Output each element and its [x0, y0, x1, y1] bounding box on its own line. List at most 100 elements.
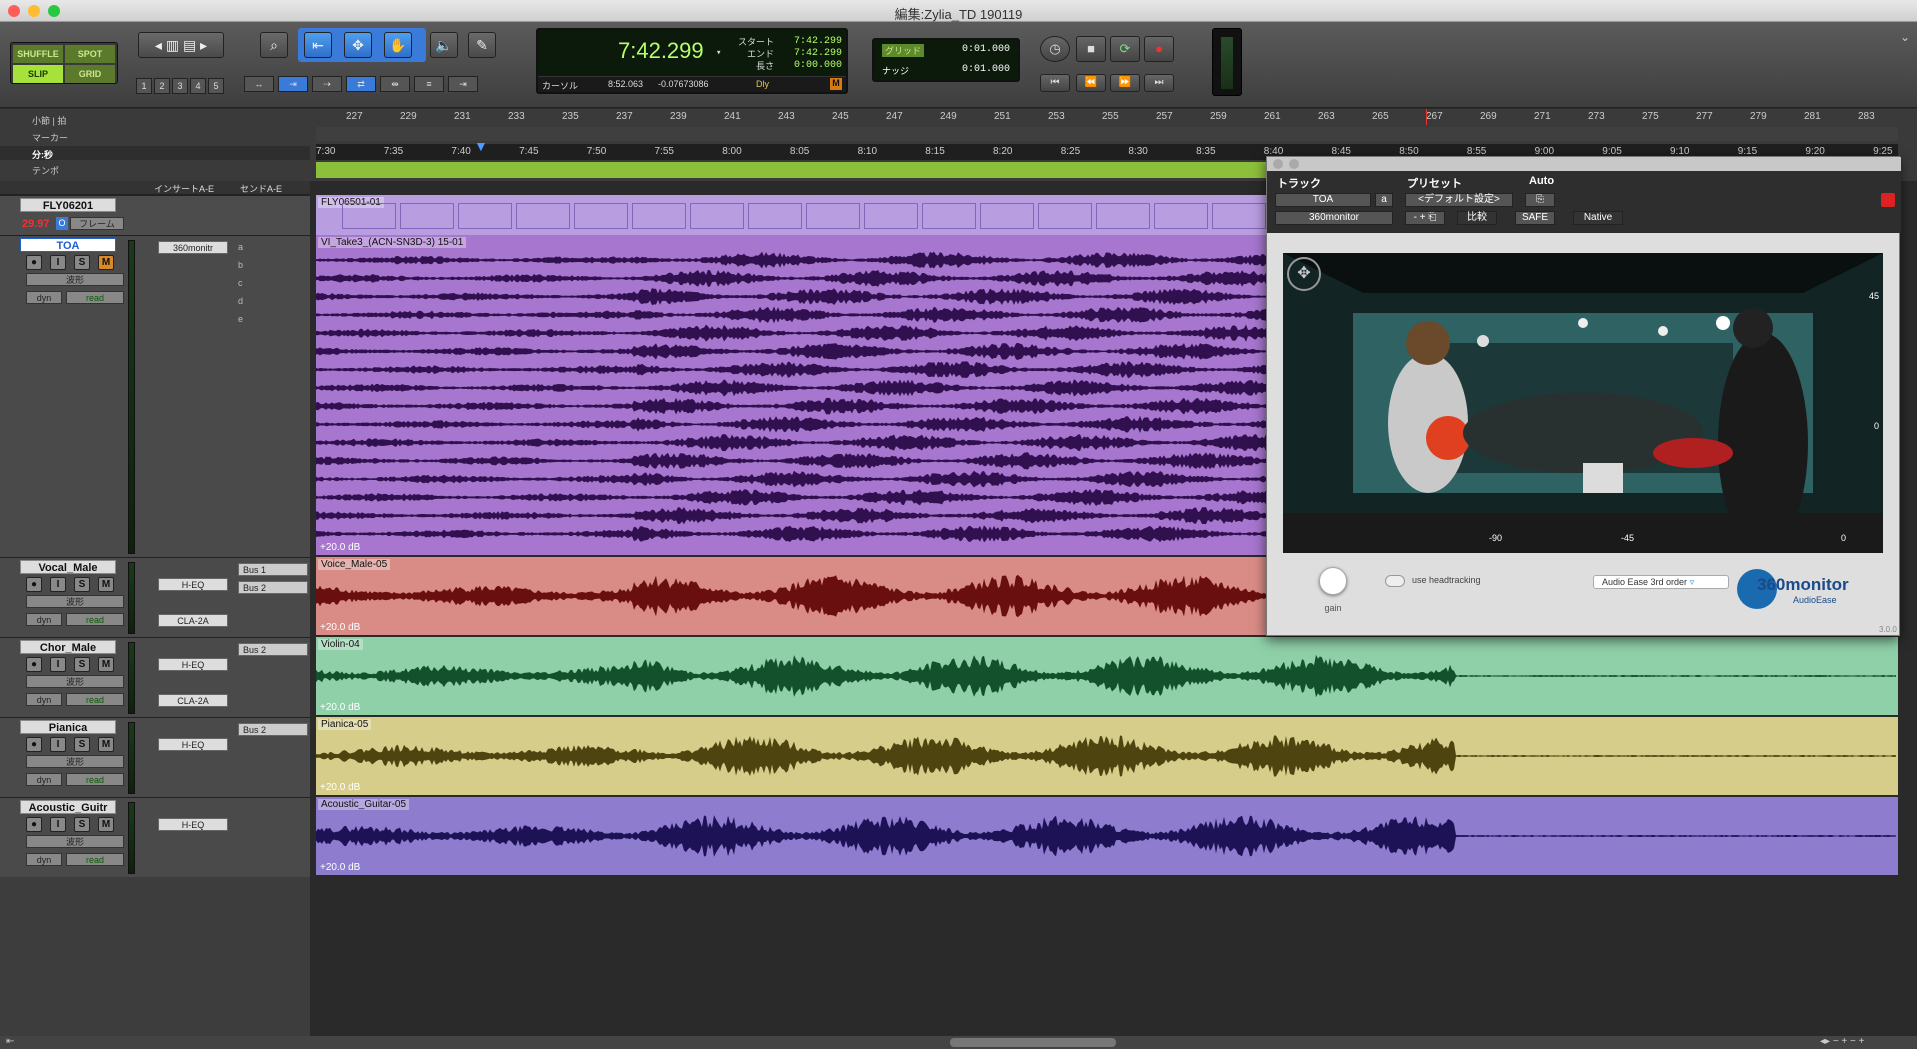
return-to-zero-icon[interactable]: ⏮ [1040, 74, 1070, 92]
input-monitor-button[interactable]: I [50, 577, 66, 592]
input-monitor-button[interactable]: I [50, 255, 66, 270]
insertion-follows-icon[interactable]: ⇄ [346, 76, 376, 92]
send-slot[interactable]: c [238, 277, 308, 290]
grabber-hand-icon[interactable]: ✋ [384, 32, 412, 58]
slip-mode-button[interactable]: SLIP [13, 65, 63, 83]
pencil-tool-icon[interactable]: ✎ [468, 32, 496, 58]
send-slot[interactable]: Bus 2 [238, 723, 308, 736]
record-enable-icon[interactable]: ● [26, 657, 42, 672]
input-monitor-button[interactable]: I [50, 737, 66, 752]
shuffle-mode-button[interactable]: SHUFFLE [13, 45, 63, 63]
clip-lane-acoustic_guitr[interactable]: Acoustic_Guitar-05 +20.0 dB [316, 797, 1898, 875]
dyn-dropdown[interactable]: dyn [26, 773, 62, 786]
gain-knob[interactable] [1319, 567, 1347, 595]
bars-ruler[interactable]: 227 229 231 233 235 237 239 241 243 245 247 249 251 2… [316, 109, 1898, 125]
online-toggle-icon[interactable]: O [56, 217, 68, 230]
automation-mode-dropdown[interactable]: read [66, 773, 124, 786]
grid-mode-button[interactable]: GRID [65, 65, 115, 83]
solo-button[interactable]: S [74, 577, 90, 592]
link-track-icon[interactable]: ⇢ [312, 76, 342, 92]
track-view-dropdown[interactable]: 波形 [26, 675, 124, 688]
start-value[interactable]: 7:42.299 [782, 36, 842, 48]
zoom-preset-5[interactable]: 5 [208, 78, 224, 94]
horizontal-scrollbar[interactable]: ⇤ ◂▸ − + − + [0, 1036, 1917, 1049]
zoom-controls[interactable]: ◂ ▥ ▤ ▸ [138, 32, 224, 58]
midi-merge-icon[interactable]: M [830, 78, 842, 90]
insert-slot[interactable]: CLA-2A [158, 614, 228, 627]
send-slot[interactable]: Bus 1 [238, 563, 308, 576]
pan-navigator-icon[interactable]: ✥ [1287, 257, 1321, 291]
mute-button[interactable]: M [98, 657, 114, 672]
headtracking-toggle[interactable] [1385, 575, 1405, 587]
decoder-order-dropdown[interactable]: Audio Ease 3rd order ▿ [1593, 575, 1729, 589]
automation-mode-dropdown[interactable]: read [66, 693, 124, 706]
track-name[interactable]: Pianica [20, 720, 116, 734]
clip-lane-chor_male[interactable]: Violin-04 +20.0 dB [316, 637, 1898, 715]
preset-step-buttons[interactable]: - + ⎗ [1405, 211, 1445, 225]
send-slot[interactable]: e [238, 313, 308, 326]
plugin-bypass-icon[interactable] [1881, 193, 1895, 207]
fast-forward-icon[interactable]: ⏩ [1110, 74, 1140, 92]
link-timeline-icon[interactable]: ⇥ [278, 76, 308, 92]
insert-slot[interactable]: H-EQ [158, 658, 228, 671]
insert-slot-a[interactable]: 360monitr [158, 241, 228, 254]
scroll-thumb[interactable] [950, 1038, 1116, 1047]
solo-button[interactable]: S [74, 817, 90, 832]
track-view-dropdown[interactable]: 波形 [26, 273, 124, 286]
solo-button[interactable]: S [74, 255, 90, 270]
native-button[interactable]: Native [1573, 211, 1623, 225]
input-monitor-button[interactable]: I [50, 657, 66, 672]
grid-value[interactable]: 0:01.000 [962, 44, 1010, 55]
dyn-dropdown[interactable]: dyn [26, 693, 62, 706]
plugin-slot-selector[interactable]: a [1375, 193, 1393, 207]
compare-button[interactable]: 比較 [1457, 211, 1497, 225]
solo-button[interactable]: S [74, 657, 90, 672]
track-view-dropdown[interactable]: 波形 [26, 595, 124, 608]
send-slot[interactable]: d [238, 295, 308, 308]
mute-button[interactable]: M [98, 817, 114, 832]
360-video-view[interactable]: ✥ 45 0 -90 -45 0 [1283, 253, 1883, 553]
video-view-dropdown[interactable]: フレーム [70, 217, 124, 230]
plugin-track-selector[interactable]: TOA [1275, 193, 1371, 207]
record-enable-icon[interactable]: ● [26, 817, 42, 832]
mute-button[interactable]: M [98, 737, 114, 752]
clip-lane-pianica[interactable]: Pianica-05 +20.0 dB [316, 717, 1898, 795]
automation-mode-dropdown[interactable]: read [66, 613, 124, 626]
expand-icon[interactable]: ⇤ [6, 1036, 14, 1047]
zoom-preset-1[interactable]: 1 [136, 78, 152, 94]
send-slot[interactable]: Bus 2 [238, 643, 308, 656]
track-name[interactable]: Vocal_Male [20, 560, 116, 574]
tab-to-transient-icon[interactable]: ↔ [244, 76, 274, 92]
layered-edit-icon[interactable]: ⇥ [448, 76, 478, 92]
spot-mode-button[interactable]: SPOT [65, 45, 115, 63]
record-enable-icon[interactable]: ● [26, 737, 42, 752]
track-name[interactable]: TOA [20, 238, 116, 252]
dyn-dropdown[interactable]: dyn [26, 291, 62, 304]
plugin-preset-selector[interactable]: <デフォルト設定> [1405, 193, 1513, 207]
insert-slot[interactable]: H-EQ [158, 578, 228, 591]
automation-mode-dropdown[interactable]: read [66, 291, 124, 304]
nudge-value[interactable]: 0:01.000 [962, 64, 1010, 75]
zoom-buttons[interactable]: ◂▸ − + − + [1820, 1036, 1865, 1047]
selector-tool-icon[interactable]: ✥ [344, 32, 372, 58]
solo-button[interactable]: S [74, 737, 90, 752]
insert-slot[interactable]: H-EQ [158, 738, 228, 751]
track-name[interactable]: Acoustic_Guitr [20, 800, 116, 814]
rewind-icon[interactable]: ⏪ [1076, 74, 1106, 92]
play-loop-icon[interactable]: ⟳ [1110, 36, 1140, 62]
video-track-name[interactable]: FLY06201 [20, 198, 116, 212]
length-value[interactable]: 0:00.000 [782, 60, 842, 72]
track-view-dropdown[interactable]: 波形 [26, 835, 124, 848]
send-slot[interactable]: b [238, 259, 308, 272]
record-enable-icon[interactable]: ● [26, 255, 42, 270]
insert-slot[interactable]: CLA-2A [158, 694, 228, 707]
chevron-down-icon[interactable]: ▾ [716, 48, 721, 58]
mirror-midi-icon[interactable]: ⇹ [380, 76, 410, 92]
toolbar-menu-icon[interactable]: ⌄ [1900, 30, 1910, 44]
stop-icon[interactable]: ■ [1076, 36, 1106, 62]
mute-button[interactable]: M [98, 577, 114, 592]
zoom-preset-2[interactable]: 2 [154, 78, 170, 94]
end-value[interactable]: 7:42.299 [782, 48, 842, 60]
keyboard-focus-icon[interactable]: ≡ [414, 76, 444, 92]
record-icon[interactable]: ● [1144, 36, 1174, 62]
